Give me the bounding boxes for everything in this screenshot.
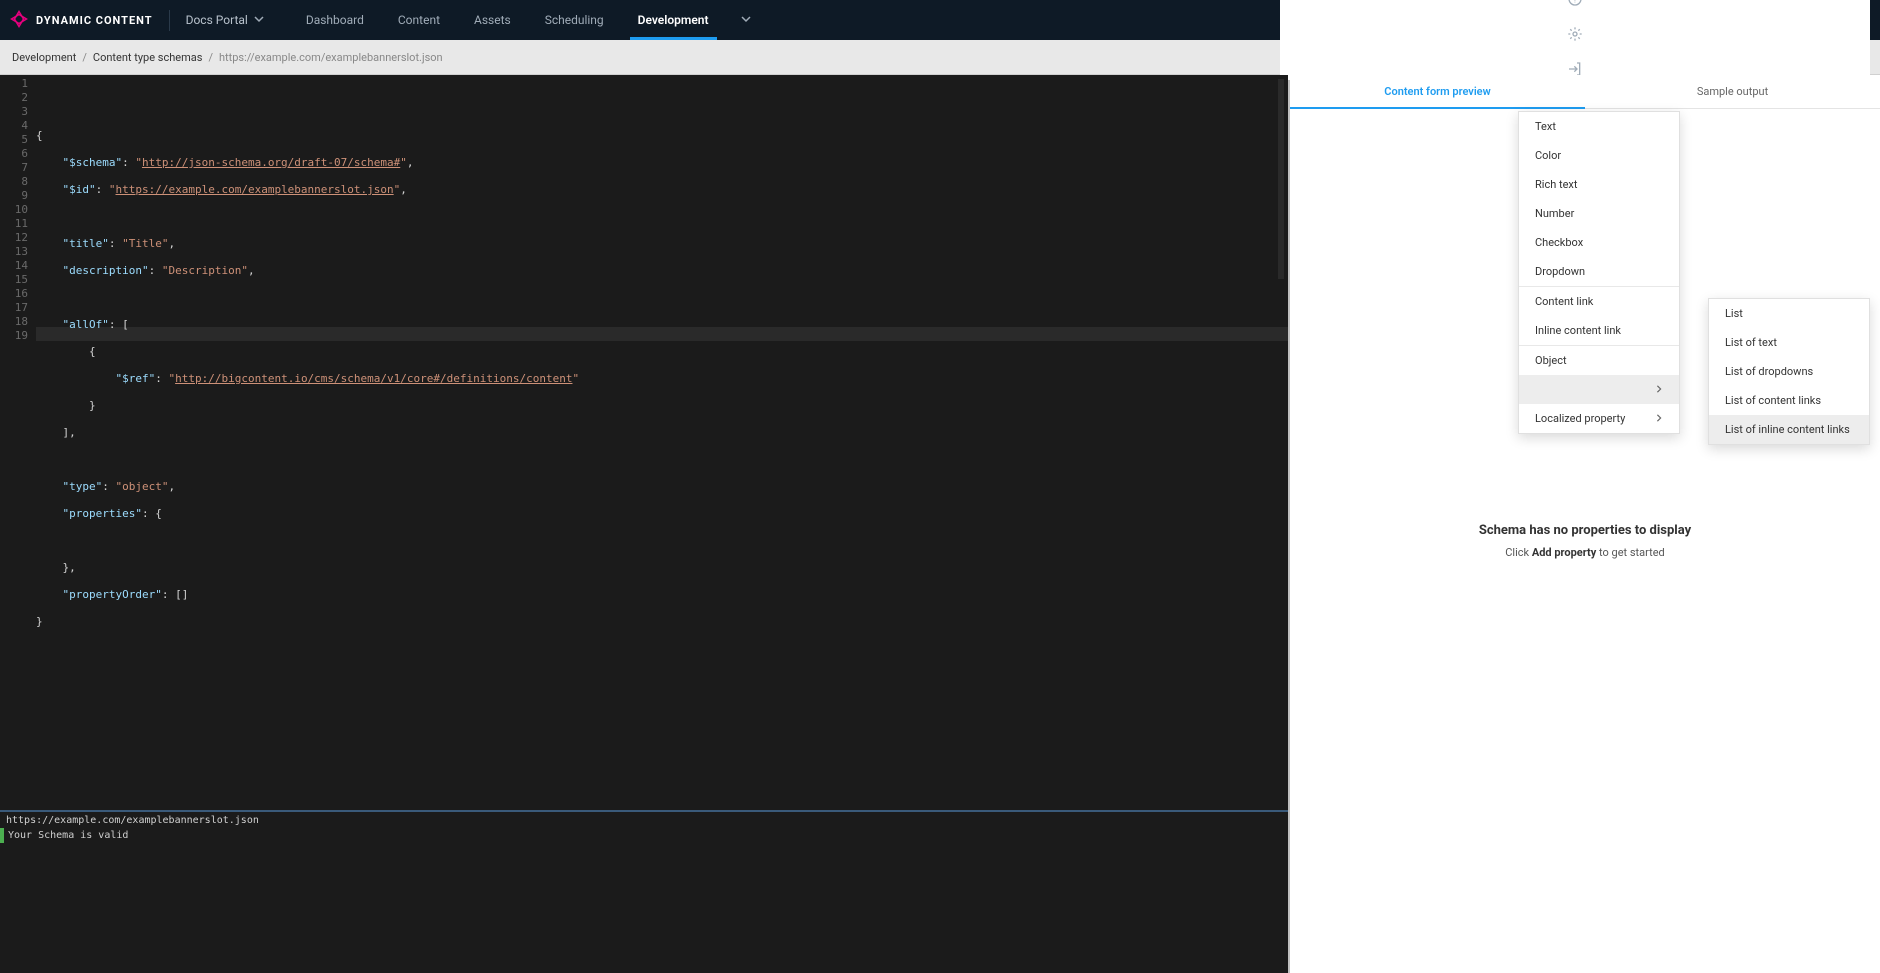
- docs-portal-link[interactable]: Docs Portal: [186, 13, 264, 27]
- dropdown-label: Localized property: [1535, 412, 1625, 425]
- nav-tabs: Dashboard Content Assets Scheduling Deve…: [304, 0, 1280, 40]
- crumb-schemas[interactable]: Content type schemas: [93, 51, 203, 64]
- submenu-item-list[interactable]: List: [1709, 299, 1869, 328]
- dropdown-item-contentlink[interactable]: Content link: [1519, 287, 1679, 316]
- topnav-right: 14:51 ?: [1280, 0, 1870, 80]
- chevron-right-icon: [1655, 412, 1663, 425]
- code-editor[interactable]: 1 2 3 4 5 6 7 8 9 10 11 12 13 14 15 16 1…: [0, 75, 1288, 810]
- dropdown-item-dropdown[interactable]: Dropdown: [1519, 257, 1679, 286]
- editor-pane: 1 2 3 4 5 6 7 8 9 10 11 12 13 14 15 16 1…: [0, 75, 1290, 973]
- tab-dashboard[interactable]: Dashboard: [304, 0, 366, 40]
- editor-status-url: https://example.com/examplebannerslot.js…: [0, 810, 1288, 828]
- dropdown-item-color[interactable]: Color: [1519, 141, 1679, 170]
- tab-scheduling[interactable]: Scheduling: [543, 0, 606, 40]
- crumb-development[interactable]: Development: [12, 51, 76, 64]
- brand-logo-area: DYNAMIC CONTENT: [10, 10, 170, 31]
- line-number-gutter: 1 2 3 4 5 6 7 8 9 10 11 12 13 14 15 16 1…: [0, 75, 36, 810]
- breadcrumb-sep: /: [208, 51, 213, 64]
- chevron-down-icon[interactable]: [741, 13, 751, 27]
- top-nav: DYNAMIC CONTENT Docs Portal Dashboard Co…: [0, 0, 1880, 40]
- preview-tabs: Content form preview Sample output: [1290, 75, 1880, 109]
- empty-title: Schema has no properties to display: [1479, 523, 1691, 538]
- svg-text:?: ?: [1573, 0, 1577, 5]
- tab-content[interactable]: Content: [396, 0, 442, 40]
- breadcrumb-sep: /: [82, 51, 87, 64]
- empty-hint: Click Add property to get started: [1505, 546, 1665, 559]
- tab-content-form-preview[interactable]: Content form preview: [1290, 75, 1585, 108]
- submenu-item-listofinlinecontentlinks[interactable]: List of inline content links: [1709, 415, 1869, 444]
- tab-assets[interactable]: Assets: [472, 0, 513, 40]
- chevron-down-icon: [254, 13, 264, 27]
- dropdown-item-list[interactable]: [1519, 375, 1679, 404]
- list-submenu: List List of text List of dropdowns List…: [1708, 298, 1870, 445]
- editor-valid-status: Your Schema is valid: [0, 828, 1288, 843]
- dropdown-item-number[interactable]: Number: [1519, 199, 1679, 228]
- submenu-item-listofdropdowns[interactable]: List of dropdowns: [1709, 357, 1869, 386]
- dropdown-item-checkbox[interactable]: Checkbox: [1519, 228, 1679, 257]
- crumb-url: https://example.com/examplebannerslot.js…: [219, 51, 443, 64]
- main-area: 1 2 3 4 5 6 7 8 9 10 11 12 13 14 15 16 1…: [0, 75, 1880, 973]
- add-property-dropdown: Text Color Rich text Number Checkbox Dro…: [1518, 111, 1680, 434]
- chevron-right-icon: [1655, 383, 1663, 396]
- code-content[interactable]: { "$schema": "http://json-schema.org/dra…: [36, 75, 1288, 810]
- dropdown-item-object[interactable]: Object: [1519, 346, 1679, 375]
- editor-bottom-filler: [0, 843, 1288, 973]
- dropdown-item-localized[interactable]: Localized property: [1519, 404, 1679, 433]
- swirl-logo-icon: [10, 10, 28, 31]
- dropdown-item-inlinecontentlink[interactable]: Inline content link: [1519, 316, 1679, 345]
- submenu-item-listoftext[interactable]: List of text: [1709, 328, 1869, 357]
- dropdown-item-text[interactable]: Text: [1519, 112, 1679, 141]
- submenu-item-listofcontentlinks[interactable]: List of content links: [1709, 386, 1869, 415]
- brand-name: DYNAMIC CONTENT: [36, 14, 153, 27]
- dropdown-label: Object: [1535, 354, 1567, 367]
- dropdown-item-richtext[interactable]: Rich text: [1519, 170, 1679, 199]
- tab-development[interactable]: Development: [636, 0, 711, 40]
- gear-icon[interactable]: [1567, 26, 1583, 45]
- preview-pane: Content form preview Sample output Schem…: [1290, 75, 1880, 973]
- tab-sample-output[interactable]: Sample output: [1585, 75, 1880, 108]
- help-icon[interactable]: ?: [1567, 0, 1583, 10]
- docs-label: Docs Portal: [186, 13, 248, 27]
